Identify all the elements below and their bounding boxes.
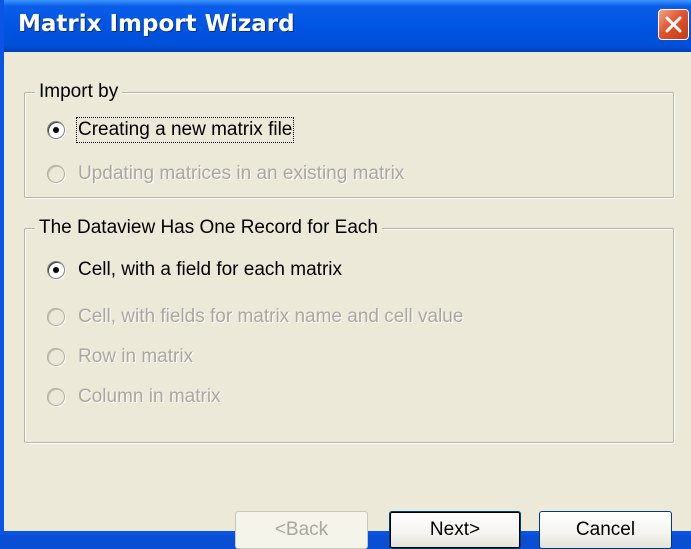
next-button[interactable]: Next> (389, 511, 521, 549)
record-type-group: The Dataview Has One Record for Each Cel… (24, 217, 674, 443)
title-bar[interactable]: Matrix Import Wizard (4, 0, 691, 52)
radio-update-existing-matrix: Updating matrices in an existing matrix (47, 161, 404, 187)
wizard-window: Matrix Import Wizard Import by Creating … (0, 0, 691, 549)
radio-button-checked[interactable] (47, 121, 65, 139)
radio-button (47, 165, 65, 183)
import-by-legend: Import by (35, 81, 123, 103)
close-icon (665, 16, 682, 33)
radio-button (47, 388, 65, 406)
radio-label: Creating a new matrix file (75, 117, 295, 143)
close-button[interactable] (658, 9, 689, 40)
radio-create-new-matrix[interactable]: Creating a new matrix file (47, 117, 295, 143)
radio-label: Column in matrix (78, 386, 221, 407)
wizard-content: Import by Creating a new matrix file Upd… (8, 52, 691, 549)
radio-label: Row in matrix (78, 346, 194, 367)
back-button: <Back (235, 511, 368, 549)
radio-label: Cell, with fields for matrix name and ce… (78, 306, 464, 327)
radio-label: Cell, with a field for each matrix (78, 259, 342, 280)
radio-column-in-matrix: Column in matrix (47, 384, 221, 410)
window-title: Matrix Import Wizard (18, 11, 295, 37)
radio-label: Updating matrices in an existing matrix (78, 163, 405, 184)
radio-button-checked[interactable] (47, 261, 65, 279)
radio-row-in-matrix: Row in matrix (47, 344, 193, 370)
record-type-legend: The Dataview Has One Record for Each (35, 217, 382, 239)
radio-button (47, 348, 65, 366)
radio-button (47, 308, 65, 326)
cancel-button[interactable]: Cancel (539, 511, 672, 549)
radio-cell-name-value-fields: Cell, with fields for matrix name and ce… (47, 304, 463, 330)
radio-cell-field-per-matrix[interactable]: Cell, with a field for each matrix (47, 257, 342, 283)
import-by-group: Import by Creating a new matrix file Upd… (24, 81, 674, 198)
